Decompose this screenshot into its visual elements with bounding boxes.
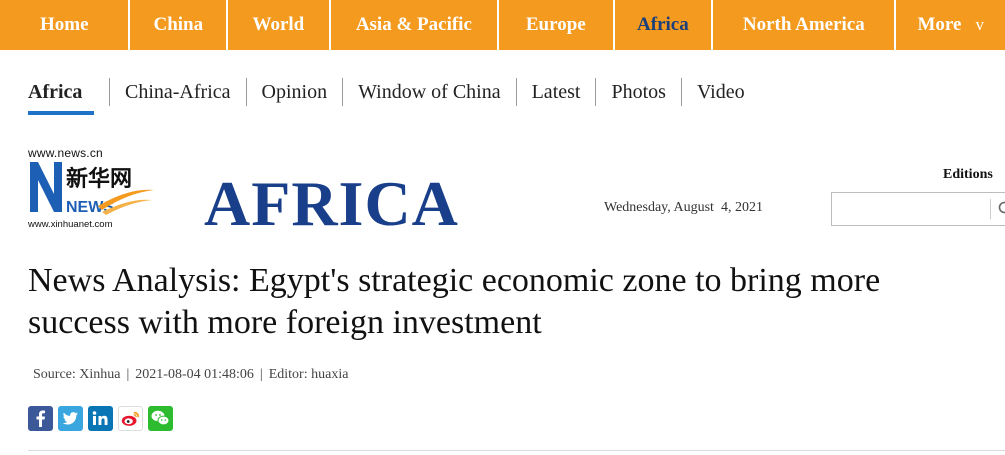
nav-china-label: China xyxy=(153,14,204,35)
subnav-item-photos[interactable]: Photos xyxy=(595,78,680,106)
share-bar xyxy=(28,406,178,431)
nav-europe-label: Europe xyxy=(525,14,586,35)
nav-more-label: More xyxy=(917,14,962,35)
sub-nav: Africa China-Africa Opinion Window of Ch… xyxy=(28,78,760,115)
article-source: Source: Xinhua xyxy=(33,367,121,382)
search-input[interactable] xyxy=(836,197,986,221)
nav-asia-pacific-label: Asia & Pacific xyxy=(355,14,472,35)
wechat-icon[interactable] xyxy=(148,406,173,431)
search-box xyxy=(831,192,1005,226)
logo-url-top: www.news.cn xyxy=(28,146,103,160)
nav-more[interactable]: More v xyxy=(896,0,1005,50)
nav-home-label: Home xyxy=(39,14,89,35)
nav-north-america-label: North America xyxy=(742,14,865,35)
twitter-icon[interactable] xyxy=(58,406,83,431)
subnav-item-video[interactable]: Video xyxy=(680,78,760,106)
logo-url-bottom: www.xinhuanet.com xyxy=(28,219,113,230)
chevron-down-icon: v xyxy=(975,15,984,34)
nav-africa-label: Africa xyxy=(637,14,689,35)
editions-label[interactable]: Editions xyxy=(943,167,993,183)
article-timestamp: 2021-08-04 01:48:06 xyxy=(135,367,254,382)
nav-world[interactable]: World xyxy=(228,0,329,50)
article-meta: Source: Xinhua | 2021-08-04 01:48:06 | E… xyxy=(33,367,348,383)
search-icon[interactable] xyxy=(998,201,1005,222)
section-title: AFRICA xyxy=(204,168,459,239)
nav-africa[interactable]: Africa xyxy=(614,0,712,50)
subnav-item-china-africa[interactable]: China-Africa xyxy=(109,78,246,106)
top-nav: Home China World Asia & Pacific Europe A… xyxy=(0,0,1005,50)
nav-china[interactable]: China xyxy=(130,0,227,50)
current-date: Wednesday, August 4, 2021 xyxy=(604,200,763,215)
subnav-item-opinion[interactable]: Opinion xyxy=(245,78,343,106)
subnav-item-latest[interactable]: Latest xyxy=(515,78,596,106)
divider xyxy=(28,450,1005,451)
facebook-icon[interactable] xyxy=(28,406,53,431)
nav-home[interactable]: Home xyxy=(0,0,129,50)
logo-chinese-text: 新华网 xyxy=(66,166,132,192)
article-editor: Editor: huaxia xyxy=(268,367,349,382)
linkedin-icon[interactable] xyxy=(88,406,113,431)
nav-world-label: World xyxy=(252,14,305,35)
nav-asia-pacific[interactable]: Asia & Pacific xyxy=(330,0,498,50)
xinhua-logo-mark: 新华网 NEWS xyxy=(30,162,154,216)
nav-europe[interactable]: Europe xyxy=(499,0,613,50)
weibo-icon[interactable] xyxy=(118,406,143,431)
nav-north-america[interactable]: North America xyxy=(713,0,895,50)
active-underline xyxy=(28,111,94,115)
meta-separator: | xyxy=(259,367,263,382)
article-headline: News Analysis: Egypt's strategic economi… xyxy=(28,262,881,341)
xinhua-logo[interactable]: www.news.cn 新华网 NEWS www.xinhuanet.com xyxy=(28,146,158,232)
subnav-item-africa-label: Africa xyxy=(28,81,83,103)
search-divider xyxy=(990,199,991,219)
subnav-item-africa[interactable]: Africa xyxy=(28,78,109,115)
subnav-item-window-of-china[interactable]: Window of China xyxy=(342,78,516,106)
meta-separator: | xyxy=(126,367,130,382)
